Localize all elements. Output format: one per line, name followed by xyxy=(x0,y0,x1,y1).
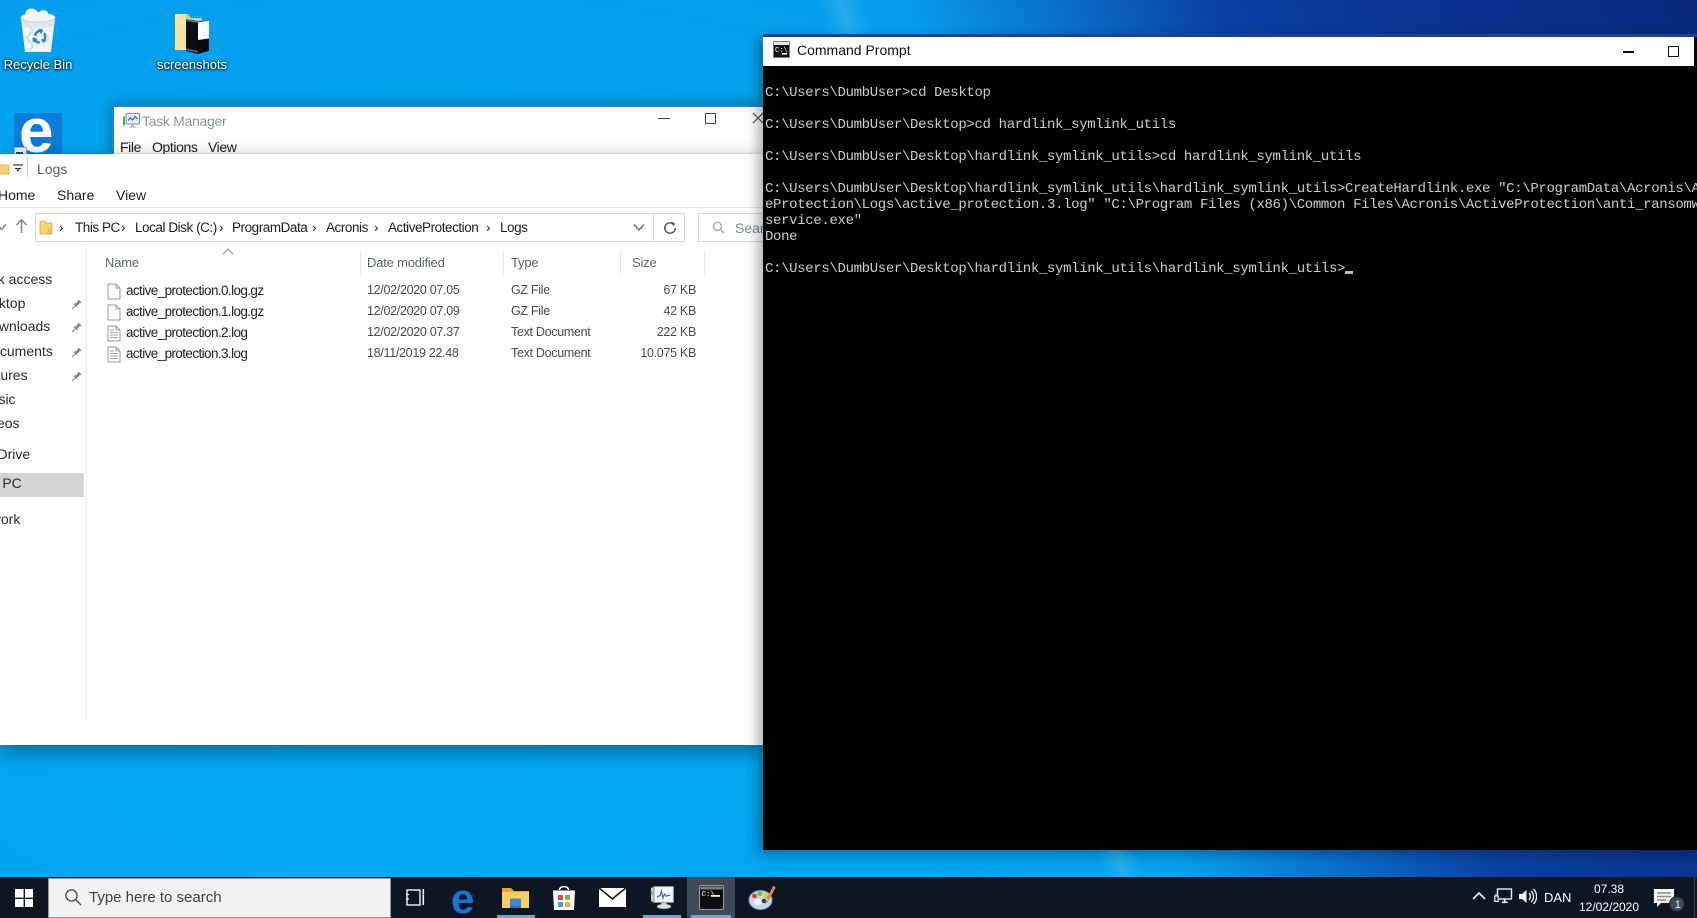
svg-text:1: 1 xyxy=(1675,899,1681,911)
